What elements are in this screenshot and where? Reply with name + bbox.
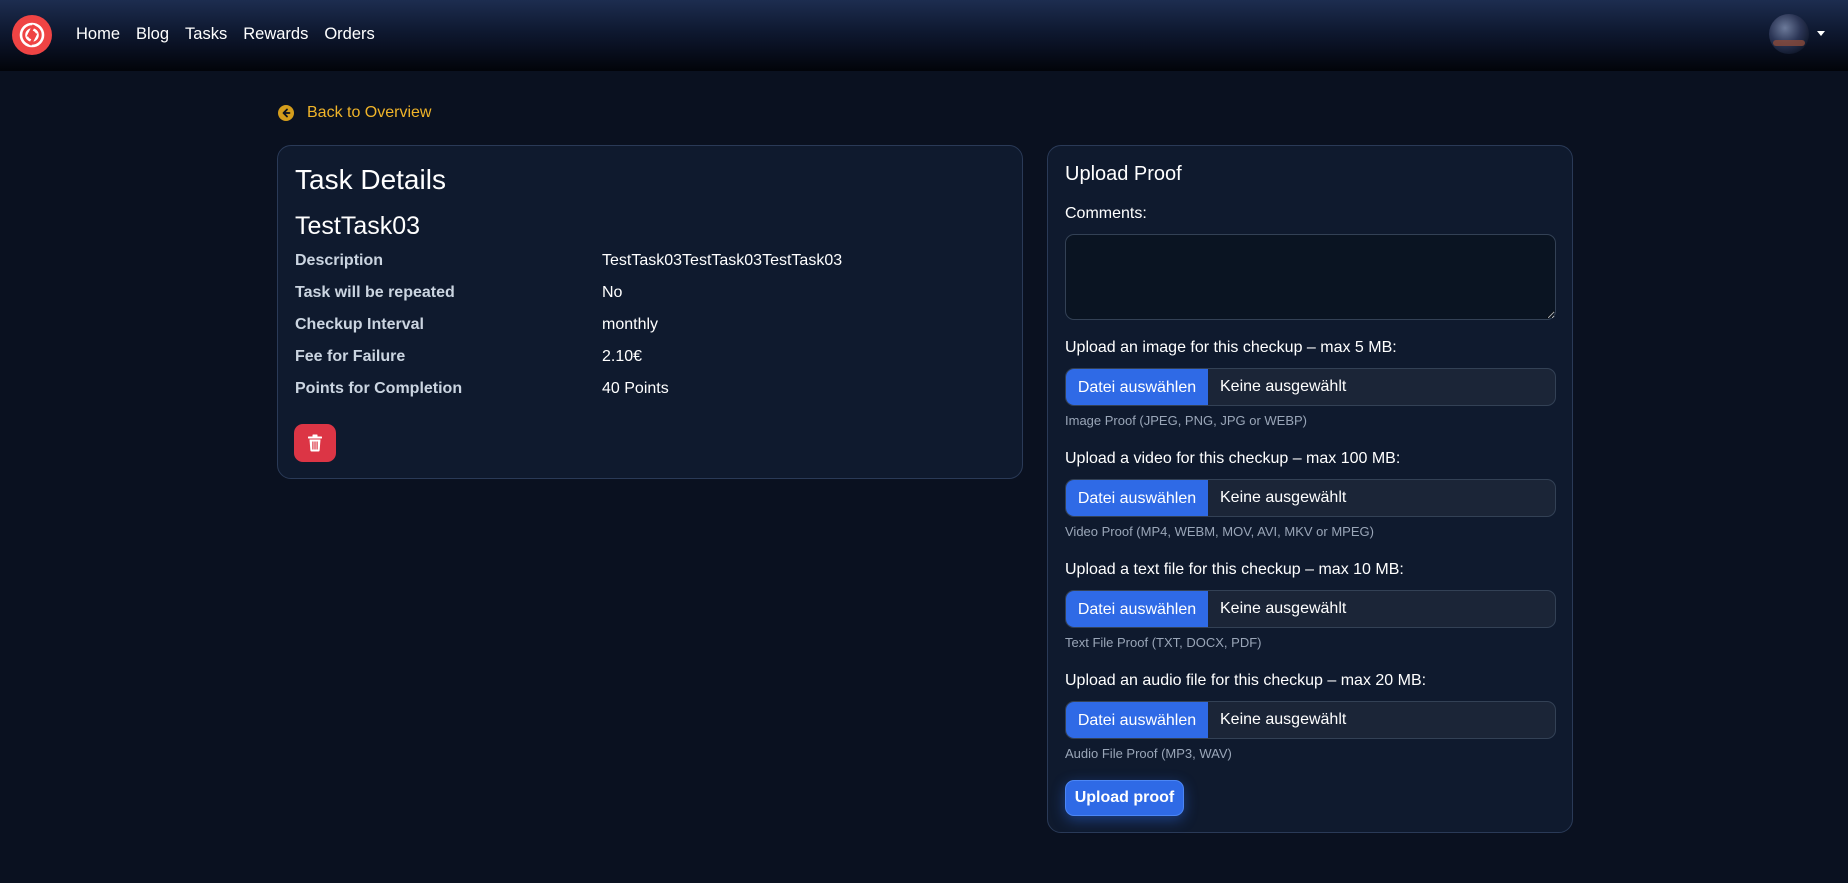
- arrow-left-circle-icon: [278, 105, 294, 121]
- comments-textarea[interactable]: [1065, 234, 1556, 320]
- delete-task-button[interactable]: [294, 424, 336, 462]
- detail-row-interval: Checkup Interval monthly: [295, 316, 995, 338]
- choose-file-button[interactable]: Datei auswählen: [1066, 369, 1208, 405]
- choose-file-button[interactable]: Datei auswählen: [1066, 480, 1208, 516]
- file-status: Keine ausgewählt: [1220, 378, 1347, 395]
- comments-label: Comments:: [1065, 205, 1147, 222]
- back-to-overview-link[interactable]: Back to Overview: [278, 104, 431, 122]
- image-file-input[interactable]: Datei auswählen Keine ausgewählt: [1065, 368, 1556, 406]
- detail-label: Points for Completion: [295, 380, 463, 397]
- detail-label: Description: [295, 252, 384, 269]
- text-file-input[interactable]: Datei auswählen Keine ausgewählt: [1065, 590, 1556, 628]
- audio-file-input[interactable]: Datei auswählen Keine ausgewählt: [1065, 701, 1556, 739]
- detail-row-description: Description TestTask03TestTask03TestTask…: [295, 252, 995, 274]
- detail-value: monthly: [602, 316, 659, 333]
- app-logo-icon[interactable]: [12, 15, 52, 55]
- detail-value: TestTask03TestTask03TestTask03: [602, 252, 843, 269]
- detail-row-repeated: Task will be repeated No: [295, 284, 995, 306]
- text-upload-hint: Text File Proof (TXT, DOCX, PDF): [1065, 635, 1262, 650]
- upload-proof-card: Upload Proof Comments: Upload an image f…: [1047, 145, 1573, 833]
- video-file-input[interactable]: Datei auswählen Keine ausgewählt: [1065, 479, 1556, 517]
- detail-label: Task will be repeated: [295, 284, 455, 301]
- image-upload-hint: Image Proof (JPEG, PNG, JPG or WEBP): [1065, 413, 1308, 428]
- nav-tasks[interactable]: Tasks: [185, 24, 227, 44]
- trash-icon: [308, 434, 322, 452]
- detail-value: 2.10€: [602, 348, 643, 365]
- navbar: Home Blog Tasks Rewards Orders: [0, 0, 1848, 71]
- detail-row-fee: Fee for Failure 2.10€: [295, 348, 995, 370]
- upload-proof-button[interactable]: Upload proof: [1065, 780, 1184, 816]
- audio-upload-label: Upload an audio file for this checkup – …: [1065, 672, 1427, 689]
- card-title: Task Details: [295, 164, 446, 195]
- detail-row-points: Points for Completion 40 Points: [295, 380, 995, 402]
- back-link-label: Back to Overview: [307, 104, 432, 121]
- detail-label: Fee for Failure: [295, 348, 406, 365]
- detail-value: 40 Points: [602, 380, 669, 397]
- nav-blog[interactable]: Blog: [136, 24, 169, 44]
- detail-value: No: [602, 284, 623, 301]
- nav-orders[interactable]: Orders: [324, 24, 374, 44]
- task-name: TestTask03: [295, 212, 421, 240]
- image-upload-label: Upload an image for this checkup – max 5…: [1065, 339, 1397, 356]
- detail-label: Checkup Interval: [295, 316, 424, 333]
- upload-card-title: Upload Proof: [1065, 163, 1182, 185]
- file-status: Keine ausgewählt: [1220, 600, 1347, 617]
- user-avatar[interactable]: [1769, 14, 1809, 54]
- audio-upload-hint: Audio File Proof (MP3, WAV): [1065, 746, 1232, 761]
- text-upload-label: Upload a text file for this checkup – ma…: [1065, 561, 1404, 578]
- video-upload-hint: Video Proof (MP4, WEBM, MOV, AVI, MKV or…: [1065, 524, 1374, 539]
- nav-home[interactable]: Home: [76, 24, 120, 44]
- task-details-card: Task Details TestTask03 Description Test…: [277, 145, 1023, 479]
- choose-file-button[interactable]: Datei auswählen: [1066, 591, 1208, 627]
- caret-down-icon[interactable]: [1817, 31, 1825, 36]
- file-status: Keine ausgewählt: [1220, 489, 1347, 506]
- nav-rewards[interactable]: Rewards: [243, 24, 308, 44]
- choose-file-button[interactable]: Datei auswählen: [1066, 702, 1208, 738]
- nav-links: Home Blog Tasks Rewards Orders: [76, 24, 391, 44]
- video-upload-label: Upload a video for this checkup – max 10…: [1065, 450, 1401, 467]
- file-status: Keine ausgewählt: [1220, 711, 1347, 728]
